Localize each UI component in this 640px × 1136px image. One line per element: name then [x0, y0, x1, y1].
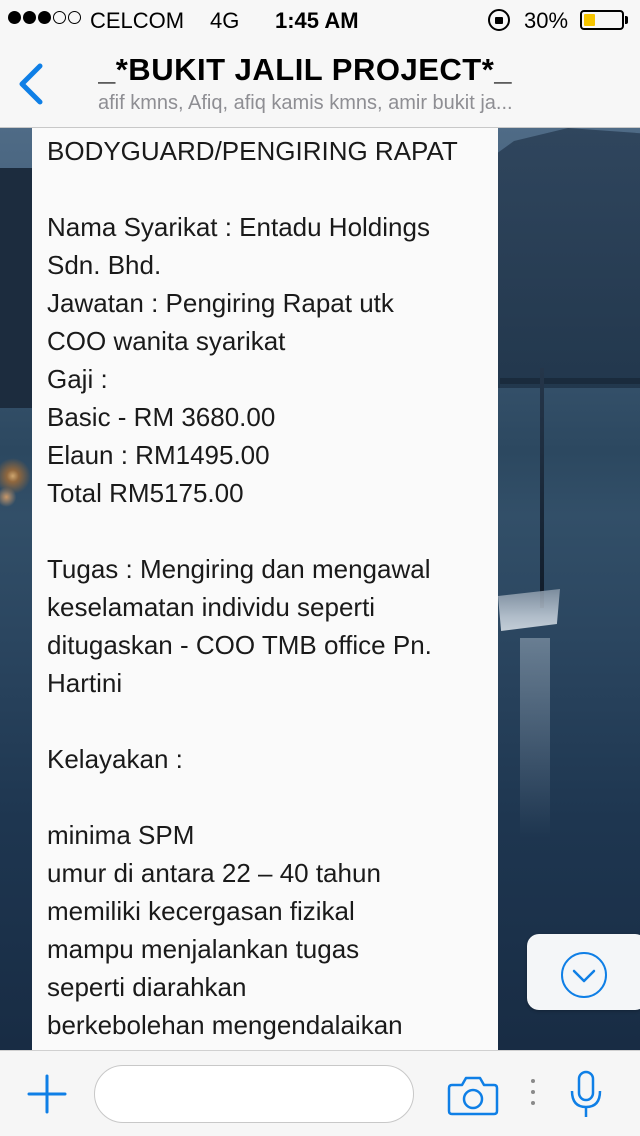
battery-tip	[625, 16, 628, 24]
message-line: Basic - RM 3680.00	[47, 402, 276, 432]
battery-percentage: 30%	[524, 8, 569, 33]
message-text: BODYGUARD/PENGIRING RAPAT Nama Syarikat …	[47, 132, 487, 1044]
microphone-icon	[570, 1070, 602, 1117]
signal-dot	[8, 11, 21, 24]
camera-icon	[447, 1076, 499, 1116]
wallpaper-lights	[0, 448, 32, 518]
message-line	[47, 170, 487, 208]
group-title[interactable]: _*BUKIT JALIL PROJECT*_	[98, 52, 628, 88]
wallpaper-boat	[498, 589, 560, 631]
chevron-down-circle-icon	[561, 952, 607, 998]
message-line: Total RM5175.00	[47, 478, 244, 508]
message-line: Nama Syarikat : Entadu Holdings	[47, 212, 430, 242]
more-options-icon[interactable]	[531, 1079, 537, 1109]
plus-icon	[27, 1074, 67, 1114]
signal-dot	[68, 11, 81, 24]
message-bubble[interactable]: BODYGUARD/PENGIRING RAPAT Nama Syarikat …	[32, 128, 498, 1050]
message-line: berkebolehan mengendalaikan	[47, 1010, 403, 1040]
message-line	[47, 512, 487, 550]
signal-dot	[38, 11, 51, 24]
message-line: ditugaskan - COO TMB office Pn.	[47, 630, 432, 660]
wallpaper-boat-mast	[540, 368, 544, 608]
message-line: COO wanita syarikat	[47, 326, 286, 356]
message-line: memiliki kecergasan fizikal	[47, 896, 355, 926]
message-input[interactable]	[94, 1065, 414, 1123]
message-line	[47, 702, 487, 740]
message-line: umur di antara 22 – 40 tahun	[47, 858, 381, 888]
attach-button[interactable]	[26, 1073, 68, 1115]
signal-strength-icon	[8, 11, 81, 24]
message-line: Tugas : Mengiring dan mengawal	[47, 554, 431, 584]
message-line: Elaun : RM1495.00	[47, 440, 270, 470]
signal-dot	[53, 11, 66, 24]
message-line: seperti diarahkan	[47, 972, 247, 1002]
message-line: Gaji :	[47, 364, 108, 394]
message-input-bar	[0, 1050, 640, 1136]
battery-icon	[580, 10, 624, 30]
message-line	[47, 778, 487, 816]
group-members[interactable]: afif kmns, Afiq, afiq kamis kmns, amir b…	[98, 92, 632, 115]
wallpaper-boat-reflection	[520, 638, 550, 838]
message-line: Jawatan : Pengiring Rapat utk	[47, 288, 394, 318]
battery-level	[584, 14, 595, 26]
chevron-left-icon	[19, 63, 43, 105]
orientation-lock-icon	[488, 9, 510, 31]
message-line: Kelayakan :	[47, 744, 183, 774]
scroll-to-bottom-button[interactable]	[527, 934, 640, 1010]
message-line: keselamatan individu seperti	[47, 592, 376, 622]
chat-header: _*BUKIT JALIL PROJECT*_ afif kmns, Afiq,…	[0, 40, 640, 128]
status-bar: CELCOM 4G 1:45 AM 30%	[0, 0, 640, 40]
message-line: Sdn. Bhd.	[47, 250, 162, 280]
message-line: minima SPM	[47, 820, 195, 850]
message-line: BODYGUARD/PENGIRING RAPAT	[47, 136, 458, 166]
network-type: 4G	[210, 8, 240, 33]
camera-button[interactable]	[446, 1073, 500, 1117]
wallpaper-shoreline	[500, 378, 640, 384]
signal-dot	[23, 11, 36, 24]
back-button[interactable]	[10, 60, 54, 108]
carrier-name: CELCOM	[90, 8, 185, 33]
message-line: mampu menjalankan tugas	[47, 934, 360, 964]
voice-note-button[interactable]	[566, 1069, 606, 1121]
status-time: 1:45 AM	[275, 8, 359, 33]
message-line: Hartini	[47, 668, 123, 698]
